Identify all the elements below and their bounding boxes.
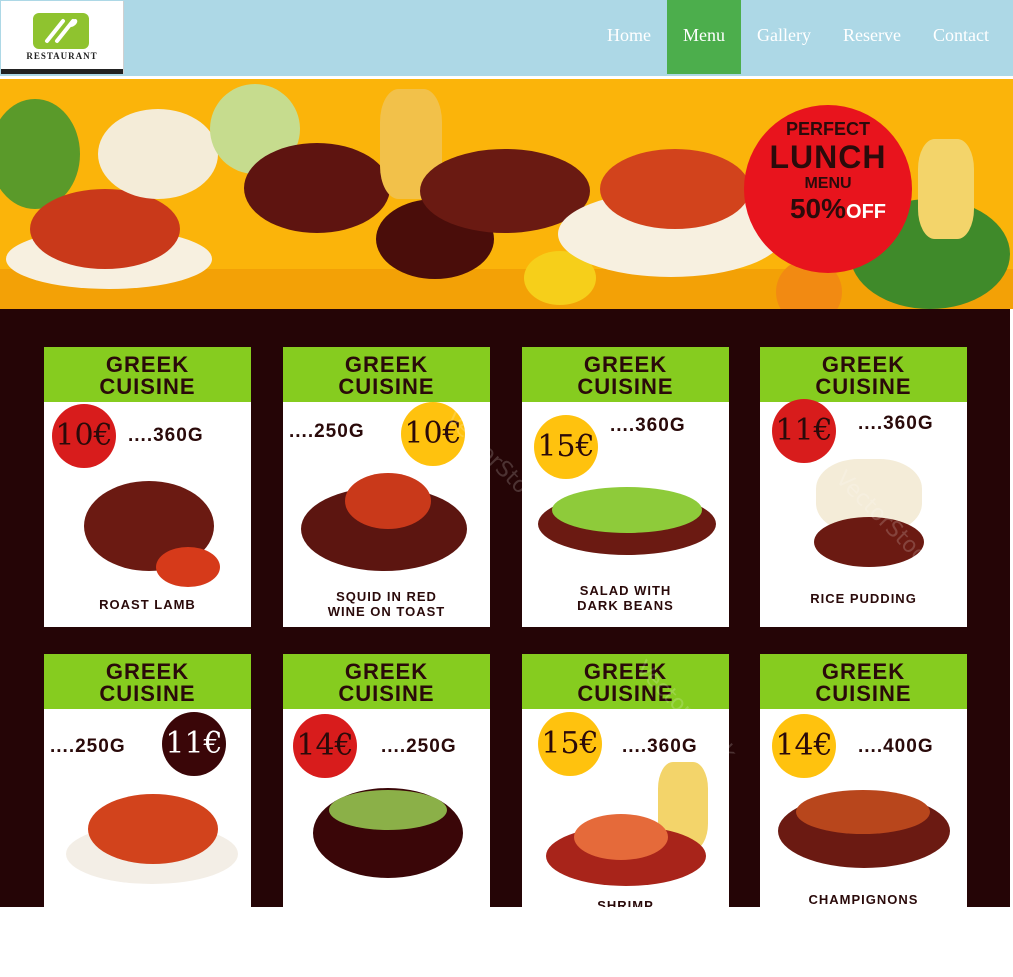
weight-label: ....360G bbox=[622, 736, 698, 757]
dish-name: SALAD WITH DARK BEANS bbox=[577, 583, 674, 613]
promo-discount: 50%OFF bbox=[754, 193, 922, 225]
card-header: GREEK CUISINE bbox=[760, 654, 967, 709]
fork-knife-logo-icon bbox=[33, 13, 89, 49]
price-badge: 15€ bbox=[534, 415, 598, 479]
card-header: GREEK CUISINE bbox=[283, 654, 490, 709]
dish-name: SHRIMP bbox=[597, 898, 654, 907]
promo-text-menu: MENU bbox=[804, 175, 852, 192]
promo-badge: PERFECT LUNCH MENU 50%OFF bbox=[744, 105, 912, 273]
nav-menu[interactable]: Menu bbox=[667, 0, 742, 74]
card-header: GREEK CUISINE bbox=[522, 654, 729, 709]
weight-label: ....250G bbox=[289, 421, 365, 442]
price-badge: 14€ bbox=[293, 714, 357, 778]
price-badge: 15€ bbox=[538, 712, 602, 776]
price-badge: 10€ bbox=[52, 404, 116, 468]
soup-illustration bbox=[329, 790, 447, 830]
menu-card-salad-2[interactable]: GREEK CUISINE ....250G 11€ bbox=[44, 654, 251, 907]
menu-card-bean-salad[interactable]: GREEK CUISINE 15€ ....360G SALAD WITH DA… bbox=[522, 347, 729, 627]
lettuce-illustration bbox=[552, 487, 702, 533]
lunch-menu-banner: PERFECT LUNCH MENU 50%OFF bbox=[0, 79, 1013, 309]
promo-text-perfect: PERFECT bbox=[785, 119, 870, 139]
salad-topping-illustration bbox=[88, 794, 218, 864]
card-title-line2: CUISINE bbox=[338, 374, 435, 399]
card-header: GREEK CUISINE bbox=[522, 347, 729, 402]
tomato-garnish-illustration bbox=[156, 547, 220, 587]
nav-reserve[interactable]: Reserve bbox=[827, 0, 917, 74]
card-title-line2: CUISINE bbox=[815, 374, 912, 399]
card-title-line2: CUISINE bbox=[338, 681, 435, 706]
squid-rings-illustration bbox=[345, 473, 431, 529]
greens-illustration bbox=[0, 99, 80, 209]
card-header: GREEK CUISINE bbox=[760, 347, 967, 402]
weight-label: ....250G bbox=[381, 736, 457, 757]
soup-bowl-illustration bbox=[244, 143, 390, 233]
price-badge: 11€ bbox=[772, 399, 836, 463]
card-header: GREEK CUISINE bbox=[283, 347, 490, 402]
price-badge: 11€ bbox=[162, 712, 226, 776]
weight-label: ....360G bbox=[610, 415, 686, 436]
card-title-line2: CUISINE bbox=[577, 681, 674, 706]
card-title-line2: CUISINE bbox=[577, 374, 674, 399]
weight-label: ....250G bbox=[50, 736, 126, 757]
shrimp-illustration bbox=[574, 814, 668, 860]
card-header: GREEK CUISINE bbox=[44, 654, 251, 709]
logo-text: RESTAURANT bbox=[26, 51, 98, 61]
oil-cruet-illustration bbox=[918, 139, 974, 239]
squid-dish-illustration bbox=[30, 189, 180, 269]
weight-label: ....360G bbox=[128, 425, 204, 446]
nav-contact[interactable]: Contact bbox=[917, 0, 1005, 74]
dish-name: RICE PUDDING bbox=[810, 591, 917, 606]
dish-name: ROAST LAMB bbox=[99, 597, 196, 612]
logo-underline bbox=[1, 69, 123, 74]
price-badge: 14€ bbox=[772, 714, 836, 778]
card-header: GREEK CUISINE bbox=[44, 347, 251, 402]
menu-card-squid[interactable]: GREEK CUISINE ....250G 10€ SQUID IN RED … bbox=[283, 347, 490, 627]
weight-label: ....400G bbox=[858, 736, 934, 757]
restaurant-logo[interactable]: RESTAURANT bbox=[1, 1, 124, 74]
card-title-line2: CUISINE bbox=[815, 681, 912, 706]
salad-topping-illustration bbox=[600, 149, 750, 229]
dish-name: SQUID IN RED WINE ON TOAST bbox=[327, 589, 446, 619]
dish-name: CHAMPIGNONS bbox=[808, 892, 919, 907]
menu-card-roast-lamb[interactable]: GREEK CUISINE 10€ ....360G ROAST LAMB bbox=[44, 347, 251, 627]
promo-off-text: OFF bbox=[846, 201, 887, 223]
weight-label: ....360G bbox=[858, 413, 934, 434]
promo-discount-value: 50% bbox=[789, 193, 847, 224]
menu-card-fish-soup[interactable]: GREEK CUISINE 14€ ....250G bbox=[283, 654, 490, 907]
main-nav: Home Menu Gallery Reserve Contact bbox=[591, 0, 1005, 74]
menu-grid: GREEK CUISINE 10€ ....360G ROAST LAMB GR… bbox=[0, 309, 1010, 907]
rice-pudding-illustration bbox=[98, 109, 218, 199]
nav-gallery[interactable]: Gallery bbox=[741, 0, 827, 74]
promo-text-lunch: LUNCH bbox=[769, 139, 887, 175]
site-header: RESTAURANT Home Menu Gallery Reserve Con… bbox=[0, 0, 1013, 76]
mushrooms-illustration bbox=[796, 790, 930, 834]
card-title-line2: CUISINE bbox=[99, 681, 196, 706]
nav-home[interactable]: Home bbox=[591, 0, 667, 74]
card-title-line2: CUISINE bbox=[99, 374, 196, 399]
menu-card-shrimp[interactable]: GREEK CUISINE 15€ ....360G SHRIMP bbox=[522, 654, 729, 907]
menu-card-champignons[interactable]: GREEK CUISINE 14€ ....400G CHAMPIGNONS bbox=[760, 654, 967, 907]
